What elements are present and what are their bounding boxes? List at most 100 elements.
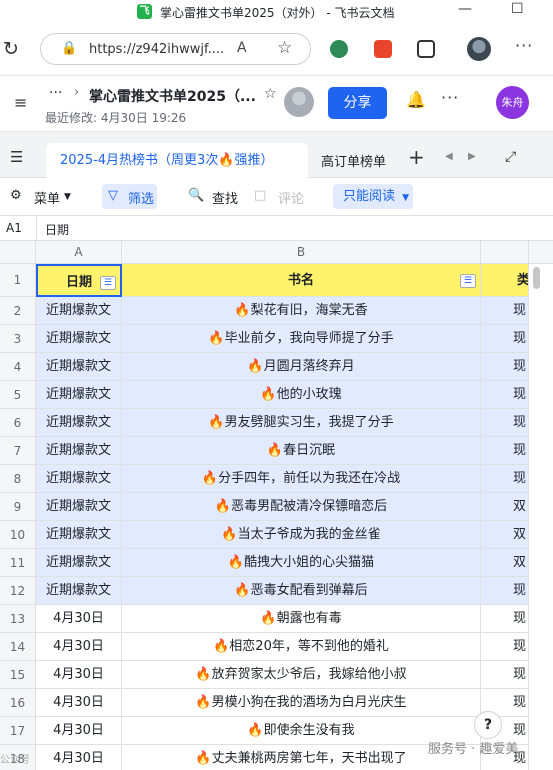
category-cell[interactable]: 现 xyxy=(481,381,529,409)
row-number[interactable]: 9 xyxy=(0,493,36,521)
find-icon[interactable]: 🔍 xyxy=(188,188,204,203)
row-number[interactable]: 1 xyxy=(0,264,36,297)
browser-more-icon[interactable]: ··· xyxy=(515,36,533,55)
book-title-cell[interactable]: 🔥朝露也有毒 xyxy=(122,605,481,633)
date-cell[interactable]: 近期爆款文 xyxy=(36,297,122,325)
row-number[interactable]: 13 xyxy=(0,605,36,633)
menu-icon[interactable]: ⚙ xyxy=(10,188,22,203)
category-cell[interactable]: 现 xyxy=(481,409,529,437)
book-title-cell[interactable]: 🔥恶毒女配看到弹幕后 xyxy=(122,577,481,605)
user-avatar[interactable]: 朱舟 xyxy=(496,86,529,119)
readonly-mode-dropdown[interactable]: 只能阅读 ▼ xyxy=(333,184,413,209)
tab-scroll-left-icon[interactable]: ◀ xyxy=(445,151,453,162)
date-cell[interactable]: 近期爆款文 xyxy=(36,493,122,521)
filter-dropdown-icon[interactable]: ☰ xyxy=(100,276,116,290)
date-cell[interactable]: 近期爆款文 xyxy=(36,409,122,437)
category-cell[interactable]: 现 xyxy=(481,465,529,493)
row-number[interactable]: 10 xyxy=(0,521,36,549)
column-header-a[interactable]: A xyxy=(36,241,122,264)
book-title-cell[interactable]: 🔥春日沉眠 xyxy=(122,437,481,465)
book-title-cell[interactable]: 🔥相恋20年，等不到他的婚礼 xyxy=(122,633,481,661)
help-button[interactable]: ? xyxy=(474,711,502,739)
book-title-cell[interactable]: 🔥男模小狗在我的酒场为白月光庆生 xyxy=(122,689,481,717)
category-cell[interactable]: 现 xyxy=(481,633,529,661)
date-cell[interactable]: 4月30日 xyxy=(36,689,122,717)
book-title-cell[interactable]: 🔥他的小玫瑰 xyxy=(122,381,481,409)
filter-dropdown-icon[interactable]: ☰ xyxy=(460,274,476,288)
date-cell[interactable]: 4月30日 xyxy=(36,633,122,661)
category-cell[interactable]: 双 xyxy=(481,493,529,521)
breadcrumb-more-icon[interactable]: ··· xyxy=(49,85,62,101)
row-number[interactable]: 3 xyxy=(0,325,36,353)
row-number[interactable]: 12 xyxy=(0,577,36,605)
doc-more-icon[interactable]: ··· xyxy=(441,88,459,107)
share-button[interactable]: 分享 xyxy=(328,87,387,119)
date-cell[interactable]: 4月30日 xyxy=(36,717,122,745)
collaborator-avatar[interactable] xyxy=(284,87,314,117)
column-header-b[interactable]: B xyxy=(122,241,481,264)
category-cell[interactable]: 双 xyxy=(481,549,529,577)
date-cell[interactable]: 近期爆款文 xyxy=(36,381,122,409)
cell-reference[interactable]: A1 xyxy=(6,221,22,235)
category-cell[interactable]: 现 xyxy=(481,661,529,689)
header-cell-book[interactable]: 书名 ☰ xyxy=(122,264,481,297)
category-cell[interactable]: 现 xyxy=(481,605,529,633)
date-cell[interactable]: 4月30日 xyxy=(36,745,122,770)
date-cell[interactable]: 近期爆款文 xyxy=(36,577,122,605)
extension-icon-2[interactable] xyxy=(374,40,392,58)
category-cell[interactable]: 现 xyxy=(481,353,529,381)
date-cell[interactable]: 近期爆款文 xyxy=(36,521,122,549)
column-header-c[interactable] xyxy=(481,241,529,264)
layers-icon[interactable]: ☰ xyxy=(10,148,23,166)
header-cell-category[interactable]: 类 xyxy=(481,264,529,297)
book-title-cell[interactable]: 🔥梨花有旧，海棠无香 xyxy=(122,297,481,325)
notification-bell-icon[interactable]: 🔔 xyxy=(406,90,426,109)
row-number[interactable]: 11 xyxy=(0,549,36,577)
date-cell[interactable]: 4月30日 xyxy=(36,605,122,633)
row-number[interactable]: 17 xyxy=(0,717,36,745)
date-cell[interactable]: 近期爆款文 xyxy=(36,437,122,465)
tab-high-order-list[interactable]: 高订单榜单 xyxy=(321,151,386,170)
fullscreen-icon[interactable]: ⤢ xyxy=(505,149,516,165)
row-number[interactable]: 15 xyxy=(0,661,36,689)
category-cell[interactable]: 现 xyxy=(481,577,529,605)
url-field[interactable]: 🔒 https://z942ihwwjf.... A ☆ xyxy=(40,33,311,65)
header-cell-date[interactable]: 日期 ☰ xyxy=(36,264,122,297)
category-cell[interactable]: 现 xyxy=(481,437,529,465)
find-button[interactable]: 查找 xyxy=(212,188,238,207)
book-title-cell[interactable]: 🔥恶毒男配被清冷保镖暗恋后 xyxy=(122,493,481,521)
category-cell[interactable]: 现 xyxy=(481,297,529,325)
read-aloud-icon[interactable]: A xyxy=(237,40,247,56)
date-cell[interactable]: 近期爆款文 xyxy=(36,353,122,381)
row-number[interactable]: 5 xyxy=(0,381,36,409)
date-cell[interactable]: 4月30日 xyxy=(36,661,122,689)
maximize-icon[interactable]: ☐ xyxy=(511,1,524,17)
date-cell[interactable]: 近期爆款文 xyxy=(36,325,122,353)
profile-avatar[interactable] xyxy=(467,37,491,61)
add-sheet-icon[interactable]: + xyxy=(408,145,425,169)
favorite-star-icon[interactable]: ☆ xyxy=(277,38,292,58)
reload-icon[interactable]: ↻ xyxy=(3,38,19,60)
book-title-cell[interactable]: 🔥酷拽大小姐的心尖猫猫 xyxy=(122,549,481,577)
minimize-icon[interactable]: — xyxy=(458,1,472,17)
vertical-scrollbar[interactable] xyxy=(533,267,540,289)
document-title[interactable]: 掌心雷推文书单2025（... xyxy=(89,86,256,106)
row-number[interactable]: 16 xyxy=(0,689,36,717)
row-number[interactable]: 2 xyxy=(0,297,36,325)
formula-content[interactable]: 日期 xyxy=(45,221,69,238)
date-cell[interactable]: 近期爆款文 xyxy=(36,465,122,493)
row-number[interactable]: 7 xyxy=(0,437,36,465)
book-title-cell[interactable]: 🔥月圆月落终弃月 xyxy=(122,353,481,381)
star-icon[interactable]: ☆ xyxy=(264,86,277,102)
date-cell[interactable]: 近期爆款文 xyxy=(36,549,122,577)
row-number[interactable]: 4 xyxy=(0,353,36,381)
book-title-cell[interactable]: 🔥放弃贺家太少爷后，我嫁给他小叔 xyxy=(122,661,481,689)
tab-scroll-right-icon[interactable]: ▶ xyxy=(468,151,476,162)
book-title-cell[interactable]: 🔥毕业前夕，我向导师提了分手 xyxy=(122,325,481,353)
extensions-puzzle-icon[interactable] xyxy=(417,40,435,58)
corner-cell[interactable] xyxy=(0,241,36,264)
menu-button[interactable]: 菜单 xyxy=(34,188,60,207)
category-cell[interactable]: 双 xyxy=(481,521,529,549)
extension-icon[interactable] xyxy=(330,40,348,58)
sidebar-toggle-icon[interactable]: ≡ xyxy=(14,93,27,112)
